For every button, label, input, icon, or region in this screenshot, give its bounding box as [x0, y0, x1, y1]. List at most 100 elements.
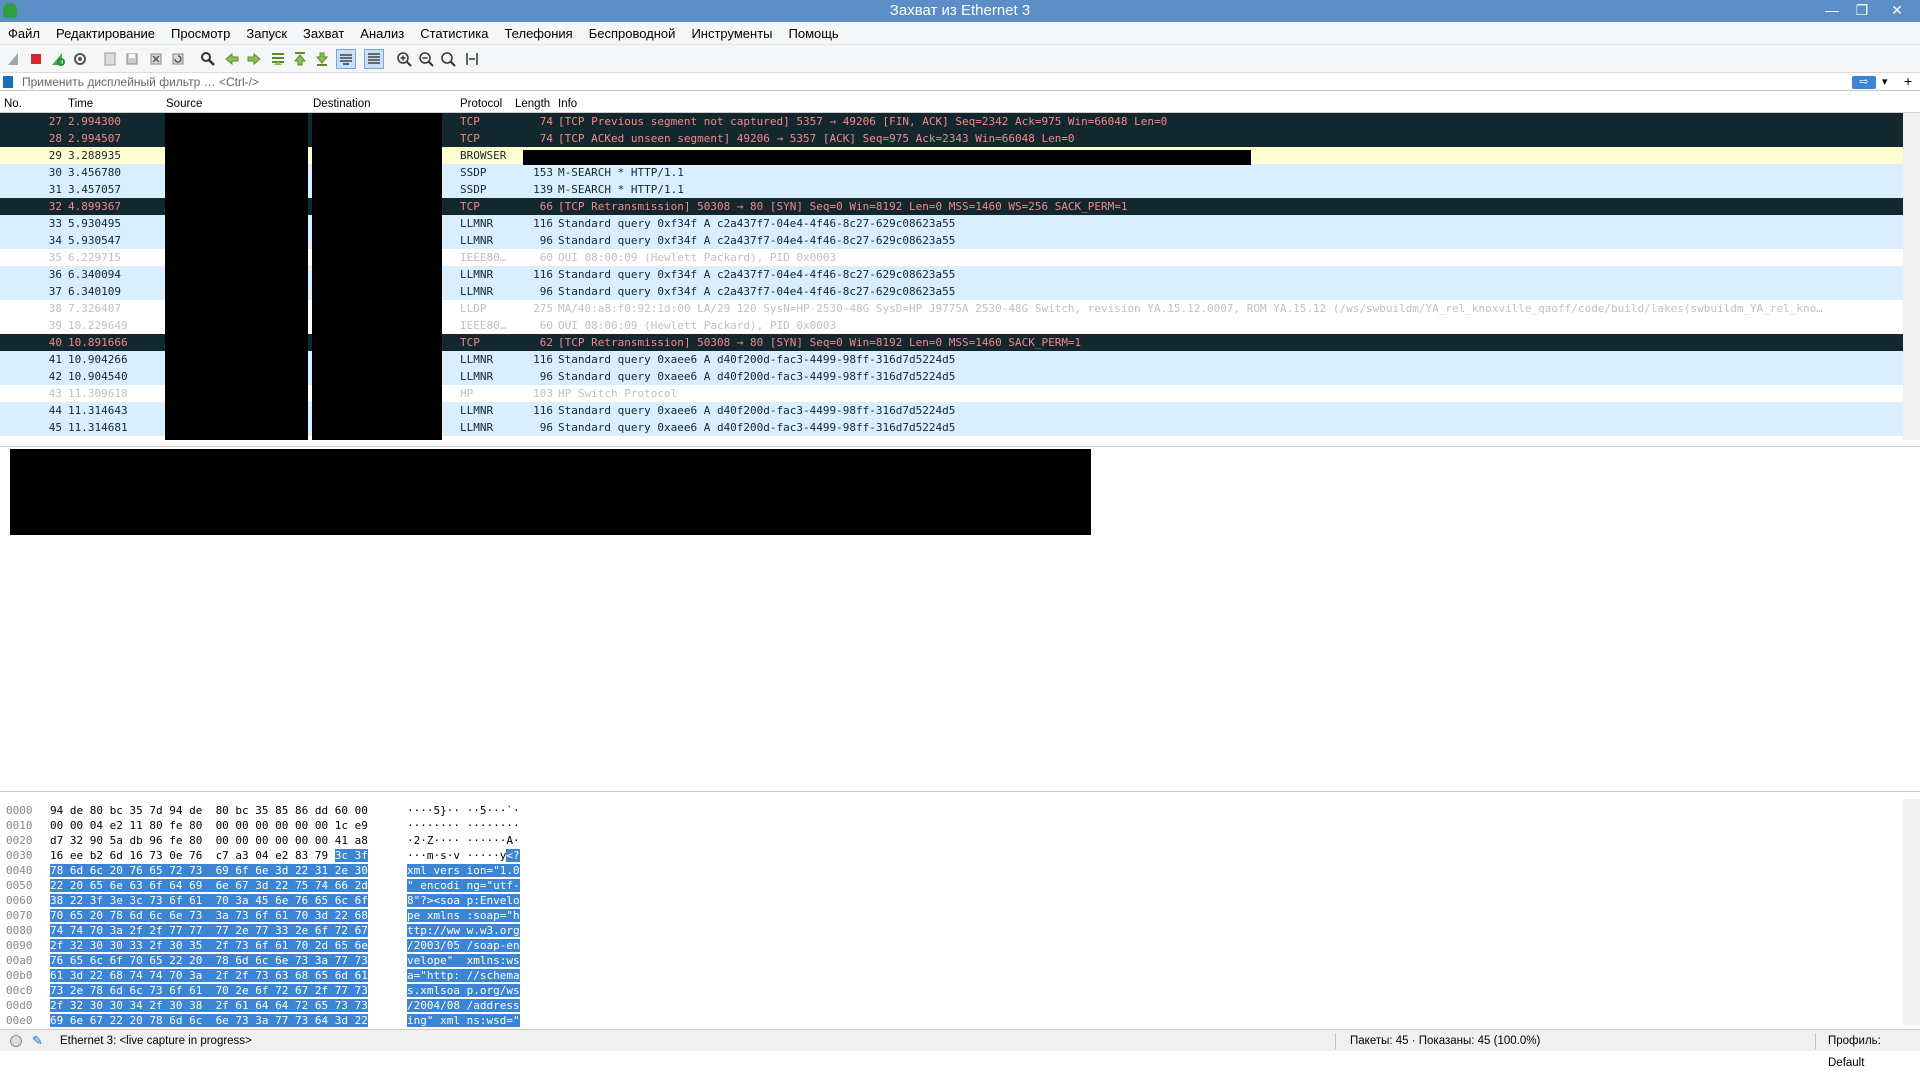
go-to-packet-icon[interactable] — [268, 49, 288, 69]
hex-bytes[interactable]: 76 65 6c 6f 70 65 22 20 78 6d 6c 6e 73 3… — [50, 953, 368, 968]
hex-ascii[interactable]: ttp://ww w.w3.org — [407, 923, 520, 938]
hex-ascii[interactable]: " encodi ng="utf- — [407, 878, 520, 893]
hex-ascii[interactable]: /2004/08 /address — [407, 998, 520, 1013]
save-file-icon[interactable] — [122, 49, 142, 69]
maximize-button[interactable]: ❐ — [1848, 0, 1876, 22]
shark-fin-start-icon[interactable] — [4, 49, 24, 69]
hex-bytes[interactable]: 2f 32 30 30 34 2f 30 38 2f 61 64 64 72 6… — [50, 998, 368, 1013]
menu-item[interactable]: Файл — [0, 22, 48, 45]
hex-ascii[interactable]: /2003/05 /soap-en — [407, 938, 520, 953]
hex-ascii[interactable]: s.xmlsoa p.org/ws — [407, 983, 520, 998]
hex-bytes[interactable]: 00 00 04 e2 11 80 fe 80 00 00 00 00 00 0… — [50, 818, 368, 833]
hex-bytes[interactable]: 22 20 65 6e 63 6f 64 69 6e 67 3d 22 75 7… — [50, 878, 368, 893]
menu-item[interactable]: Захват — [295, 22, 352, 45]
packet-list-scrollbar[interactable] — [1903, 113, 1920, 440]
go-forward-icon[interactable] — [244, 49, 264, 69]
menu-item[interactable]: Инструменты — [683, 22, 780, 45]
packet-list[interactable]: No. Time Source Destination Protocol Len… — [0, 97, 1920, 440]
col-no[interactable]: No. — [4, 98, 22, 110]
menu-item[interactable]: Беспроводной — [581, 22, 684, 45]
hex-bytes[interactable]: 78 6d 6c 20 76 65 72 73 69 6f 6e 3d 22 3… — [50, 863, 368, 878]
hex-ascii[interactable]: pe xmlns :soap="h — [407, 908, 520, 923]
menu-item[interactable]: Редактирование — [48, 22, 163, 45]
menu-item[interactable]: Статистика — [412, 22, 496, 45]
capture-options-icon[interactable] — [70, 49, 90, 69]
hex-bytes[interactable]: 94 de 80 bc 35 7d 94 de 80 bc 35 85 86 d… — [50, 803, 368, 818]
packet-no: 36 — [48, 268, 62, 281]
hex-ascii[interactable]: ing" xml ns:wsd=" — [407, 1013, 520, 1028]
hex-bytes[interactable]: 16 ee b2 6d 16 73 0e 76 c7 a3 04 e2 83 7… — [50, 848, 368, 863]
packet-proto: LLMNR — [460, 285, 494, 298]
capture-comment-icon[interactable]: ✎ — [32, 1030, 43, 1052]
hex-ascii[interactable]: 8"?><soa p:Envelo — [407, 893, 520, 908]
find-packet-icon[interactable] — [198, 49, 218, 69]
redacted-source-column — [165, 113, 308, 440]
redacted-browser-info — [523, 150, 1251, 165]
hex-bytes[interactable]: 61 3d 22 68 74 74 70 3a 2f 2f 73 63 68 6… — [50, 968, 368, 983]
hex-bytes[interactable]: 69 6e 67 22 20 78 6d 6c 6e 73 3a 77 73 6… — [50, 1013, 368, 1028]
menu-item[interactable]: Анализ — [352, 22, 412, 45]
minimize-button[interactable]: — — [1818, 0, 1846, 22]
stop-capture-icon[interactable] — [26, 49, 46, 69]
packet-details-pane[interactable] — [0, 446, 1920, 792]
filter-bookmark-icon[interactable] — [3, 76, 13, 88]
hex-ascii[interactable]: ····5}·· ··5···`· — [407, 803, 520, 818]
bytes-scrollbar[interactable] — [1903, 799, 1920, 1025]
reload-file-icon[interactable] — [168, 49, 188, 69]
hex-bytes[interactable]: 74 74 70 3a 2f 2f 77 77 77 2e 77 33 2e 6… — [50, 923, 368, 938]
restart-capture-icon[interactable] — [48, 49, 68, 69]
hex-ascii[interactable]: ········ ········ — [407, 818, 520, 833]
packet-no: 38 — [48, 302, 62, 315]
expert-info-icon[interactable] — [10, 1035, 22, 1047]
packet-time: 6.229715 — [68, 251, 121, 264]
packet-no: 32 — [48, 200, 62, 213]
hex-ascii[interactable]: velope" xmlns:ws — [407, 953, 520, 968]
add-filter-button[interactable]: + — [1904, 73, 1912, 89]
hex-ascii[interactable]: xml vers ion="1.0 — [407, 863, 520, 878]
packet-len: 60 — [539, 251, 553, 264]
menu-item[interactable]: Телефония — [496, 22, 580, 45]
col-time[interactable]: Time — [68, 98, 93, 110]
col-source[interactable]: Source — [166, 98, 202, 110]
close-button[interactable]: ✕ — [1880, 0, 1914, 22]
first-packet-icon[interactable] — [290, 49, 310, 69]
autoscroll-icon[interactable] — [336, 49, 356, 69]
open-file-icon[interactable] — [100, 49, 120, 69]
hex-bytes[interactable]: d7 32 90 5a db 96 fe 80 00 00 00 00 00 0… — [50, 833, 368, 848]
packet-proto: LLMNR — [460, 353, 494, 366]
hex-ascii[interactable]: ·2·Z···· ······A· — [407, 833, 520, 848]
zoom-out-icon[interactable] — [416, 49, 436, 69]
status-profile[interactable]: Профиль: Default — [1828, 1030, 1920, 1074]
packet-time: 6.340109 — [68, 285, 121, 298]
menu-item[interactable]: Просмотр — [163, 22, 238, 45]
close-file-icon[interactable] — [146, 49, 166, 69]
go-back-icon[interactable] — [222, 49, 242, 69]
packet-proto: IEEE80… — [460, 251, 507, 264]
hex-bytes[interactable]: 70 65 20 78 6d 6c 6e 73 3a 73 6f 61 70 3… — [50, 908, 368, 923]
display-filter-bar[interactable]: Применить дисплейный фильтр … <Ctrl-/> ⇨… — [0, 73, 1920, 91]
col-protocol[interactable]: Protocol — [460, 98, 502, 110]
menu-item[interactable]: Запуск — [238, 22, 295, 45]
hex-bytes[interactable]: 2f 32 30 30 33 2f 30 35 2f 73 6f 61 70 2… — [50, 938, 368, 953]
col-info[interactable]: Info — [558, 98, 577, 110]
resize-columns-icon[interactable] — [462, 49, 482, 69]
zoom-normal-icon[interactable] — [438, 49, 458, 69]
packet-proto: BROWSER — [460, 149, 507, 162]
packet-bytes-pane[interactable]: 0000 94 de 80 bc 35 7d 94 de 80 bc 35 85 … — [0, 799, 1920, 1028]
col-length[interactable]: Length — [515, 98, 550, 110]
colorize-icon[interactable] — [364, 49, 384, 69]
col-destination[interactable]: Destination — [313, 98, 371, 110]
hex-bytes[interactable]: 38 22 3f 3e 3c 73 6f 61 70 3a 45 6e 76 6… — [50, 893, 368, 908]
packet-time: 7.326407 — [68, 302, 121, 315]
display-filter-input[interactable]: Применить дисплейный фильтр … <Ctrl-/> — [22, 75, 259, 89]
zoom-in-icon[interactable] — [394, 49, 414, 69]
hex-ascii[interactable]: ···m·s·v ·····y<? — [407, 848, 520, 863]
last-packet-icon[interactable] — [312, 49, 332, 69]
hex-bytes[interactable]: 73 2e 78 6d 6c 73 6f 61 70 2e 6f 72 67 2… — [50, 983, 368, 998]
filter-history-dropdown[interactable]: ▾ — [1882, 75, 1888, 88]
menu-item[interactable]: Помощь — [781, 22, 847, 45]
packet-time: 2.994507 — [68, 132, 121, 145]
hex-ascii[interactable]: a="http: //schema — [407, 968, 520, 983]
packet-info: [TCP Retransmission] 50308 → 80 [SYN] Se… — [558, 336, 1082, 349]
apply-filter-button[interactable]: ⇨ — [1852, 76, 1876, 89]
